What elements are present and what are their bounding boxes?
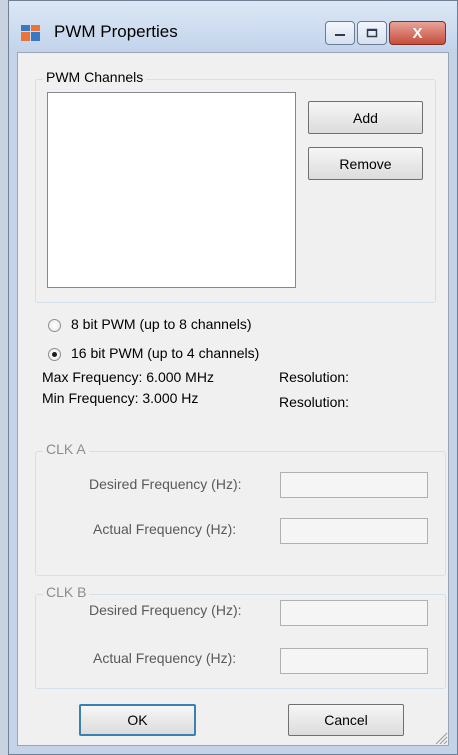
radio-8bit-pwm-label[interactable]: 8 bit PWM (up to 8 channels) [71,316,252,332]
app-icon [21,25,40,41]
cancel-button[interactable]: Cancel [288,704,404,736]
resolution-label-min: Resolution: [279,394,350,410]
resolution-label-max: Resolution: [279,369,350,385]
cancel-button-label: Cancel [324,712,368,728]
pwm-channels-group-label: PWM Channels [43,69,147,85]
close-button[interactable]: X [389,21,446,45]
radio-16bit-pwm-label[interactable]: 16 bit PWM (up to 4 channels) [71,345,259,361]
clk-a-desired-frequency-input[interactable] [280,472,428,498]
maximize-button[interactable] [357,21,387,45]
maximize-icon [366,28,378,38]
clk-a-actual-frequency-input[interactable] [280,518,428,544]
clk-a-group-label: CLK A [43,441,89,457]
min-frequency-text: Min Frequency: 3.000 Hz [42,390,199,406]
minimize-button[interactable] [325,21,355,45]
window-title: PWM Properties [54,22,178,41]
minimize-icon [335,34,345,36]
clk-b-actual-frequency-label: Actual Frequency (Hz): [93,650,237,666]
clk-a-actual-frequency-label: Actual Frequency (Hz): [93,521,237,537]
background-window-edge [0,0,8,755]
clk-a-desired-frequency-label: Desired Frequency (Hz): [89,476,242,492]
clk-b-actual-frequency-input[interactable] [280,648,428,674]
ok-button[interactable]: OK [79,704,196,736]
radio-8bit-pwm[interactable] [48,319,61,332]
add-channel-button-label: Add [353,109,378,126]
clk-a-group [35,451,446,576]
remove-channel-button-label: Remove [339,155,392,172]
add-channel-button[interactable]: Add [308,101,423,134]
remove-channel-button[interactable]: Remove [308,147,423,180]
clk-b-group-label: CLK B [43,584,90,600]
ok-button-label: OK [127,712,148,728]
radio-16bit-pwm[interactable] [48,348,61,361]
clk-b-desired-frequency-input[interactable] [280,600,428,626]
close-icon: X [412,24,423,42]
clk-b-desired-frequency-label: Desired Frequency (Hz): [89,602,242,618]
max-frequency-text: Max Frequency: 6.000 MHz [42,369,214,385]
pwm-channels-listbox[interactable] [47,92,296,288]
resize-grip-icon[interactable] [434,731,448,745]
